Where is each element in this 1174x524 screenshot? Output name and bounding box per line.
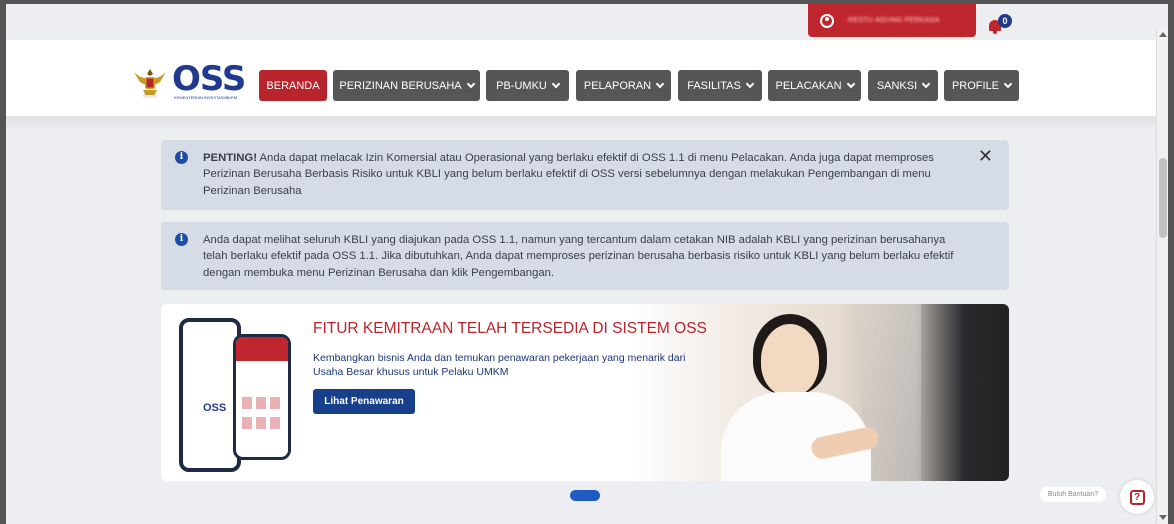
phone-tile	[242, 417, 252, 429]
info-icon: i	[175, 233, 188, 246]
nav-pelacakan[interactable]: PELACAKAN	[768, 70, 861, 101]
main-navbar: OSS KEMENTERIAN INVESTASI/BKPM BERANDA P…	[6, 40, 1168, 116]
chevron-down-icon	[921, 79, 931, 88]
browser-viewport: RESTU AGUNG PERKASA 0 OSS KEMENTERIAN IN…	[6, 4, 1168, 524]
help-icon: ?	[1129, 489, 1145, 505]
phone-mockup-back	[233, 334, 291, 460]
photo-face	[761, 324, 819, 396]
carousel-indicator[interactable]	[570, 490, 600, 501]
chevron-down-icon	[551, 79, 561, 88]
nav-label: FASILITAS	[687, 79, 741, 92]
info-icon: i	[175, 151, 188, 164]
oss-logo-text: OSS	[172, 59, 246, 99]
notification-badge: 0	[998, 14, 1012, 28]
phone-tile	[256, 397, 266, 409]
chevron-down-icon	[1003, 79, 1013, 88]
nav-label: PERIZINAN BERUSAHA	[339, 79, 462, 92]
alert-text: Anda dapat melihat seluruh KBLI yang dia…	[203, 234, 954, 279]
chevron-down-icon	[745, 79, 755, 88]
phone-mockup-front: OSS	[179, 318, 241, 472]
close-icon[interactable]: ✕	[978, 147, 993, 165]
nav-pb-umku[interactable]: PB-UMKU	[486, 70, 569, 101]
nav-label: PELAPORAN	[583, 79, 652, 92]
scroll-down-icon[interactable]	[1159, 515, 1167, 520]
nav-label: PB-UMKU	[496, 79, 547, 92]
banner-description: Kembangkan bisnis Anda dan temukan penaw…	[313, 352, 686, 378]
nav-label: SANKSI	[876, 79, 918, 92]
nav-label: BERANDA	[266, 79, 320, 92]
nav-perizinan-berusaha[interactable]: PERIZINAN BERUSAHA	[333, 70, 480, 101]
phone-tile	[270, 397, 280, 409]
banner-title: FITUR KEMITRAAN TELAH TERSEDIA DI SISTEM…	[313, 320, 707, 337]
nav-beranda[interactable]: BERANDA	[259, 70, 327, 101]
phone-oss-logo: OSS	[203, 402, 227, 414]
user-icon	[820, 13, 834, 28]
alert-penting: i PENTING! Anda dapat melacak Izin Komer…	[161, 140, 1009, 210]
oss-logo[interactable]: OSS KEMENTERIAN INVESTASI/BKPM	[132, 59, 246, 100]
nav-profile[interactable]: PROFILE	[944, 70, 1019, 101]
navbar-shadow	[6, 116, 1168, 130]
nav-fasilitas[interactable]: FASILITAS	[678, 70, 762, 101]
help-button[interactable]: ?	[1120, 480, 1154, 514]
nav-label: PELACAKAN	[775, 79, 842, 92]
top-bar: RESTU AGUNG PERKASA 0	[6, 4, 1168, 40]
nav-pelaporan[interactable]: PELAPORAN	[576, 70, 671, 101]
scroll-up-icon[interactable]	[1159, 32, 1167, 37]
phone-tile	[270, 417, 280, 429]
phone-tile	[242, 397, 252, 409]
user-name: RESTU AGUNG PERKASA	[848, 17, 940, 24]
alert-text: Anda dapat melacak Izin Komersial atau O…	[203, 152, 934, 197]
kemitraan-banner: OSS FITUR KEMITRAAN TELAH TERSEDIA DI SI…	[161, 304, 1009, 481]
vertical-scrollbar[interactable]	[1156, 28, 1168, 524]
nav-sanksi[interactable]: SANKSI	[868, 70, 938, 101]
garuda-emblem-icon	[134, 69, 166, 98]
chevron-down-icon	[846, 79, 855, 88]
alert-kbli-info: i Anda dapat melihat seluruh KBLI yang d…	[161, 222, 1009, 290]
scrollbar-thumb[interactable]	[1159, 158, 1167, 238]
phone-header	[236, 337, 288, 361]
phone-tile	[256, 417, 266, 429]
chevron-down-icon	[655, 79, 665, 88]
lihat-penawaran-button[interactable]: Lihat Penawaran	[313, 389, 415, 414]
help-label[interactable]: Butuh Bantuan?	[1040, 487, 1106, 502]
nav-label: PROFILE	[951, 79, 1000, 92]
user-account-button[interactable]: RESTU AGUNG PERKASA	[808, 4, 976, 37]
chevron-down-icon	[466, 79, 475, 88]
alert-bold-label: PENTING!	[203, 152, 257, 164]
oss-logo-subtitle: KEMENTERIAN INVESTASI/BKPM	[174, 95, 238, 100]
